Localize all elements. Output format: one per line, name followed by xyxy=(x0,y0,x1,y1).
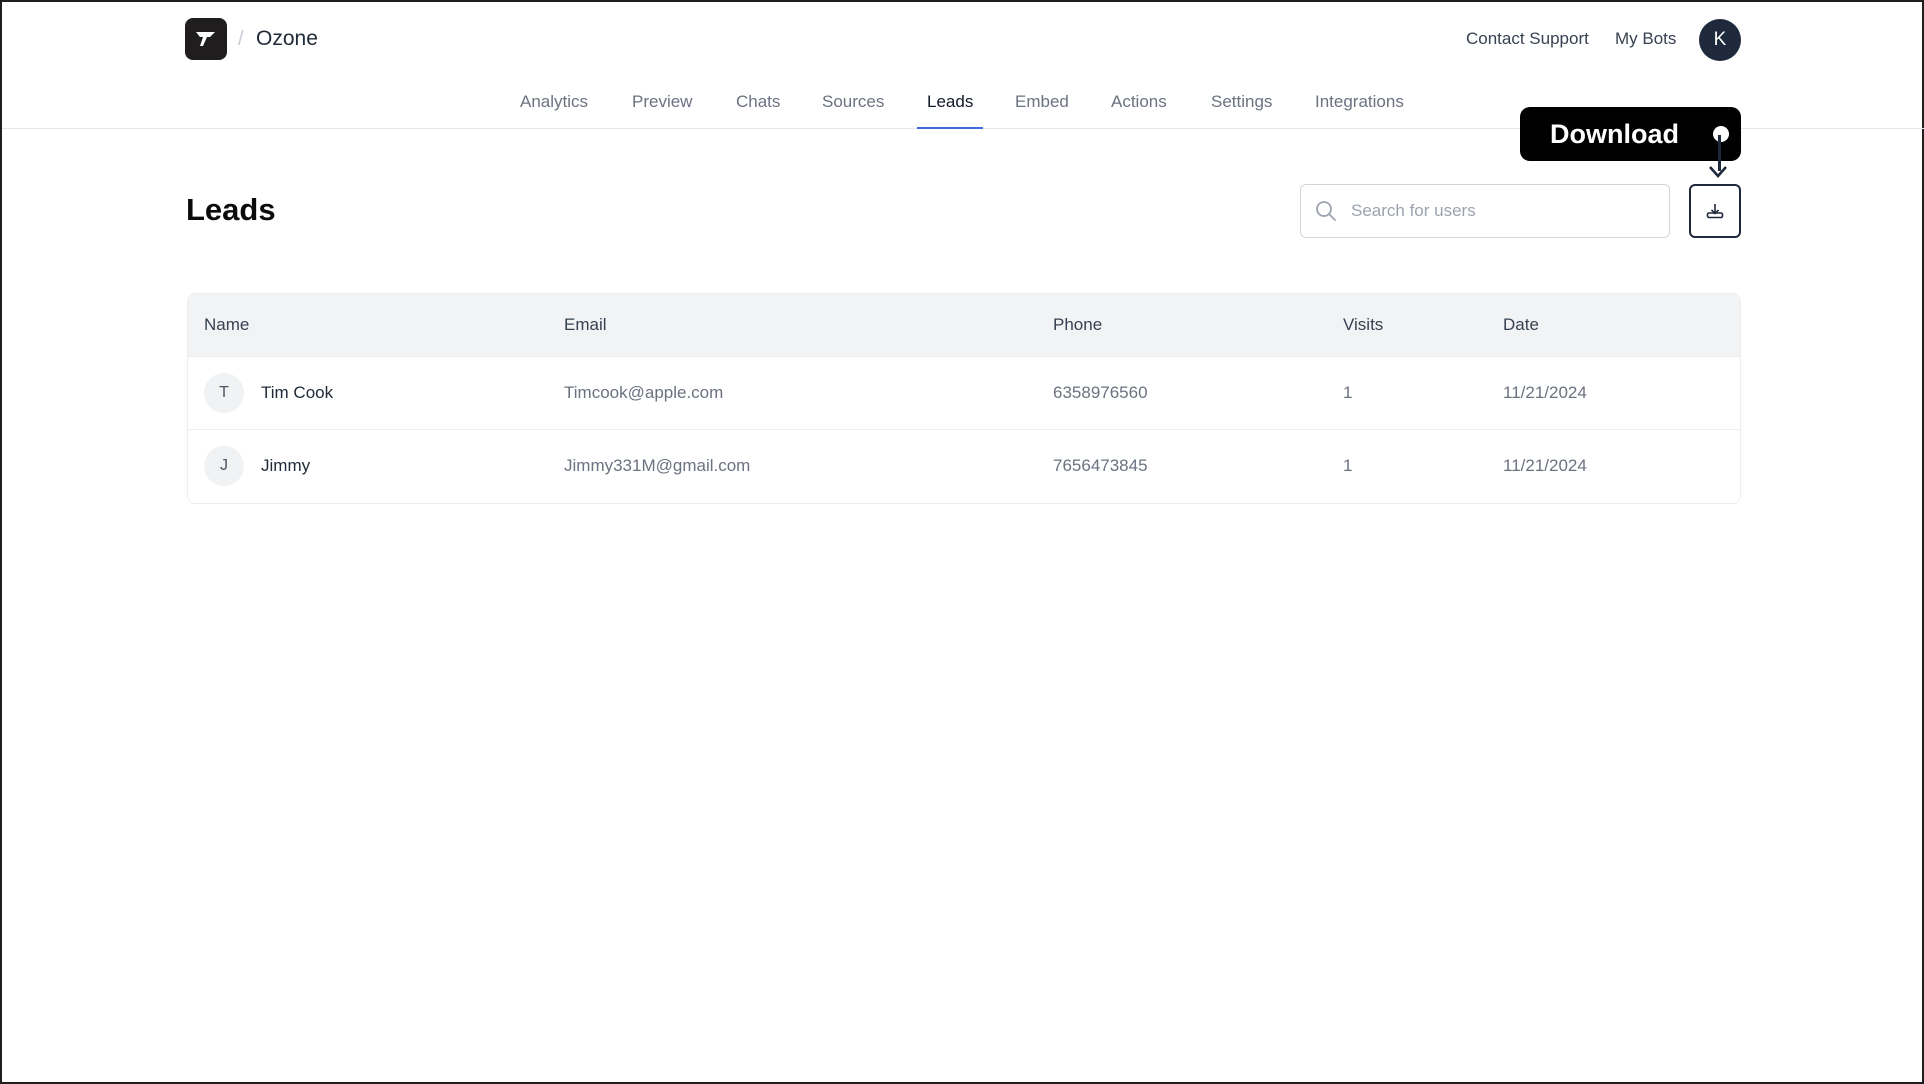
search-field[interactable] xyxy=(1300,184,1670,238)
column-header-email[interactable]: Email xyxy=(564,315,607,335)
download-button[interactable] xyxy=(1689,184,1741,238)
lead-name: Jimmy xyxy=(261,456,311,475)
lead-name: Tim Cook xyxy=(261,383,334,402)
lead-email: Jimmy331M@gmail.com xyxy=(564,456,751,475)
my-bots-link[interactable]: My Bots xyxy=(1615,29,1676,49)
lead-date: 11/21/2024 xyxy=(1503,383,1587,402)
arrow-down-icon xyxy=(1709,166,1727,178)
tab-chats[interactable]: Chats xyxy=(736,92,780,129)
project-name[interactable]: Ozone xyxy=(256,27,318,51)
avatar-initial: K xyxy=(1713,29,1727,50)
tab-integrations[interactable]: Integrations xyxy=(1315,92,1404,129)
table-row[interactable]: J Jimmy Jimmy331M@gmail.com 7656473845 1… xyxy=(188,430,1740,503)
column-header-visits[interactable]: Visits xyxy=(1343,315,1383,335)
tab-leads[interactable]: Leads xyxy=(916,92,984,129)
tab-settings[interactable]: Settings xyxy=(1211,92,1272,129)
lead-phone: 7656473845 xyxy=(1053,456,1148,475)
breadcrumb-separator: / xyxy=(238,28,244,50)
tooltip-label: Download xyxy=(1550,118,1679,149)
leads-table: Name Email Phone Visits Date T Tim Cook … xyxy=(187,293,1741,504)
download-tooltip: Download xyxy=(1520,107,1741,161)
logo-icon xyxy=(196,32,215,46)
tab-embed[interactable]: Embed xyxy=(1015,92,1069,129)
tab-analytics[interactable]: Analytics xyxy=(520,92,588,129)
search-icon xyxy=(1316,201,1336,221)
user-avatar[interactable]: K xyxy=(1699,19,1741,61)
download-icon xyxy=(1706,204,1724,219)
column-header-phone[interactable]: Phone xyxy=(1053,315,1102,335)
lead-avatar: J xyxy=(204,446,244,486)
table-header: Name Email Phone Visits Date xyxy=(188,294,1740,357)
tab-preview[interactable]: Preview xyxy=(632,92,692,129)
table-row[interactable]: T Tim Cook Timcook@apple.com 6358976560 … xyxy=(188,357,1740,430)
lead-phone: 6358976560 xyxy=(1053,383,1148,402)
tab-sources[interactable]: Sources xyxy=(822,92,884,129)
lead-email: Timcook@apple.com xyxy=(564,383,724,402)
column-header-name[interactable]: Name xyxy=(204,315,249,335)
column-header-date[interactable]: Date xyxy=(1503,315,1539,335)
lead-visits: 1 xyxy=(1343,456,1353,475)
lead-date: 11/21/2024 xyxy=(1503,456,1587,475)
tab-actions[interactable]: Actions xyxy=(1111,92,1167,129)
lead-visits: 1 xyxy=(1343,383,1353,402)
page-title: Leads xyxy=(186,192,276,227)
app-logo[interactable] xyxy=(185,18,227,60)
contact-support-link[interactable]: Contact Support xyxy=(1466,29,1589,49)
search-input[interactable] xyxy=(1351,201,1651,221)
tooltip-dot xyxy=(1713,126,1729,142)
lead-avatar: T xyxy=(204,373,244,413)
